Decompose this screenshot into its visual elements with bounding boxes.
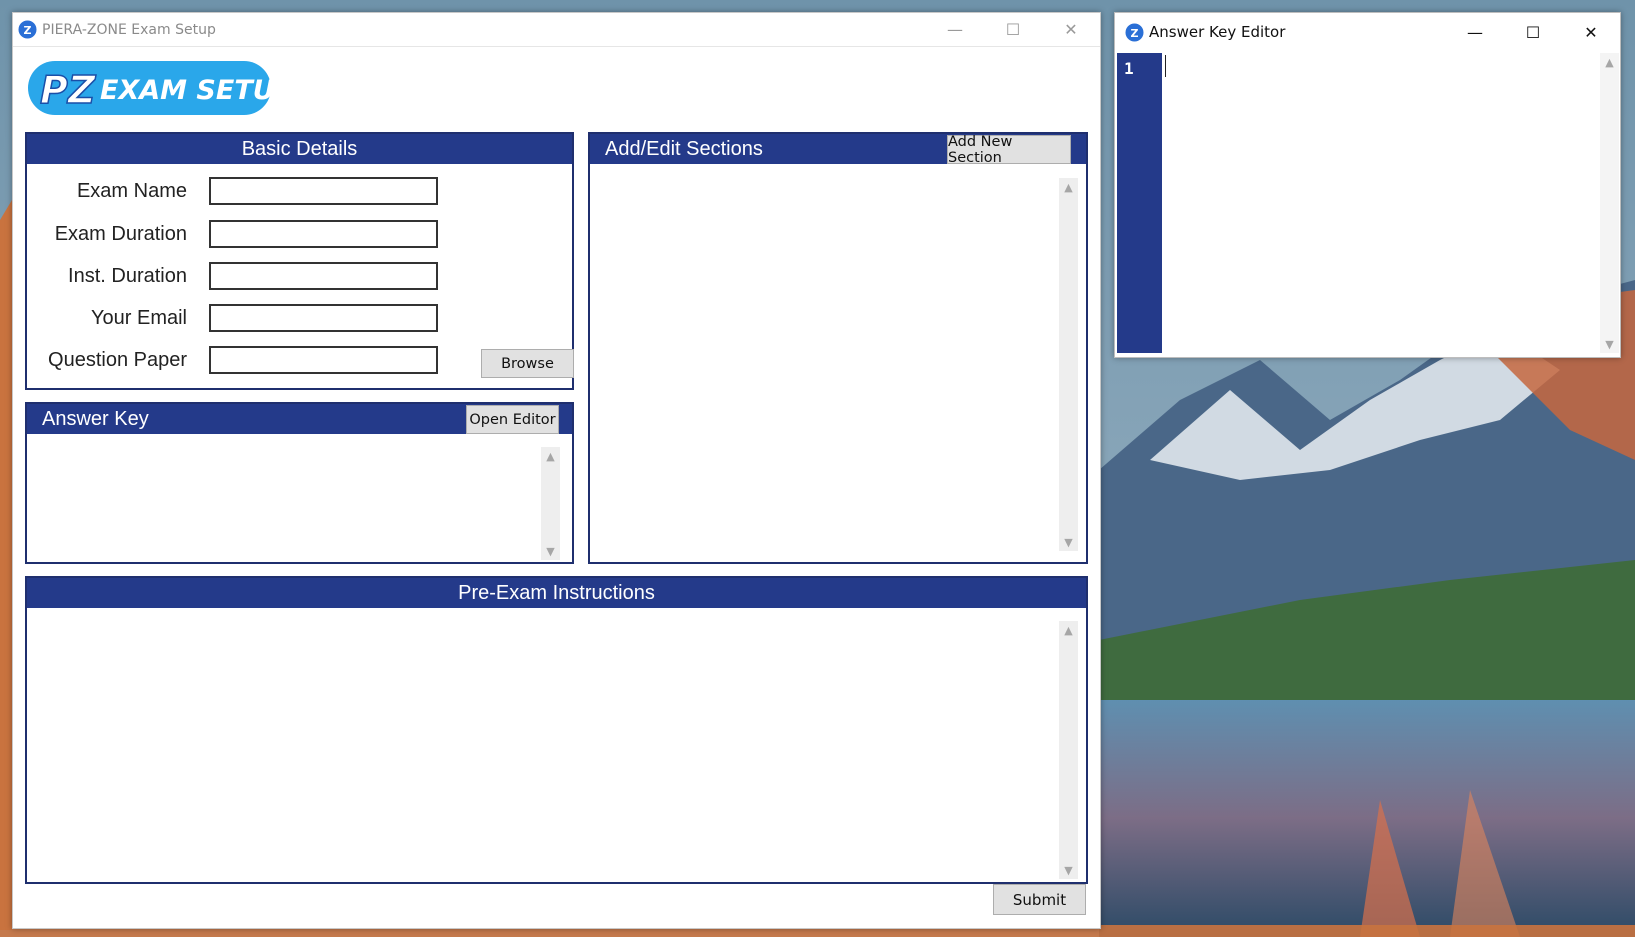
question-paper-label: Question Paper	[48, 349, 187, 371]
window-title: PIERA-ZONE Exam Setup	[42, 21, 216, 38]
scroll-down-icon[interactable]: ▼	[1059, 533, 1078, 551]
scroll-up-icon[interactable]: ▲	[1059, 621, 1078, 639]
instructions-panel: Pre-Exam Instructions ▲ ▼	[25, 576, 1088, 884]
exam-name-label: Exam Name	[76, 180, 187, 202]
minimize-icon[interactable]: —	[926, 13, 984, 46]
editor-scrollbar[interactable]: ▲ ▼	[1600, 53, 1619, 353]
exam-duration-input[interactable]	[209, 220, 438, 248]
scroll-down-icon[interactable]: ▼	[1600, 335, 1619, 353]
inst-duration-label: Inst. Duration	[68, 265, 187, 287]
basic-details-panel: Basic Details Exam Name Exam Duration In…	[25, 132, 574, 390]
scroll-up-icon[interactable]: ▲	[1600, 53, 1619, 71]
editor-window-title: Answer Key Editor	[1149, 23, 1286, 41]
answer-key-panel: Answer Key Open Editor ▲ ▼	[25, 402, 574, 564]
exam-setup-window: Z PIERA-ZONE Exam Setup — ☐ ✕ PZ EXAM SE…	[12, 12, 1101, 929]
app-logo-icon: Z	[18, 20, 37, 39]
instructions-header: Pre-Exam Instructions	[27, 578, 1086, 608]
submit-button[interactable]: Submit	[993, 884, 1086, 915]
scroll-down-icon[interactable]: ▼	[541, 542, 560, 560]
maximize-icon[interactable]: ☐	[1504, 13, 1562, 51]
instructions-scrollbar[interactable]: ▲ ▼	[1059, 621, 1078, 879]
answer-key-scrollbar[interactable]: ▲ ▼	[541, 447, 560, 560]
editor-text-area[interactable]	[1164, 53, 1598, 353]
app-logo-icon: Z	[1125, 23, 1144, 42]
browse-button[interactable]: Browse	[481, 349, 574, 378]
close-icon[interactable]: ✕	[1562, 13, 1620, 51]
inst-duration-input[interactable]	[209, 262, 438, 290]
scroll-up-icon[interactable]: ▲	[541, 447, 560, 465]
maximize-icon[interactable]: ☐	[984, 13, 1042, 46]
open-editor-button[interactable]: Open Editor	[466, 405, 559, 434]
email-label: Your Email	[91, 307, 187, 329]
app-logo: PZ EXAM SETUP	[28, 59, 295, 122]
question-paper-input[interactable]	[209, 346, 438, 374]
title-bar[interactable]: Z PIERA-ZONE Exam Setup — ☐ ✕	[13, 13, 1100, 47]
close-icon[interactable]: ✕	[1042, 13, 1100, 46]
minimize-icon[interactable]: —	[1446, 13, 1504, 51]
exam-duration-label: Exam Duration	[54, 223, 187, 245]
scroll-down-icon[interactable]: ▼	[1059, 861, 1078, 879]
svg-text:EXAM SETUP: EXAM SETUP	[100, 75, 273, 106]
svg-text:PZ: PZ	[40, 68, 97, 112]
exam-name-input[interactable]	[209, 177, 438, 205]
editor-title-bar[interactable]: Z Answer Key Editor — ☐ ✕	[1115, 13, 1620, 51]
add-new-section-button[interactable]: Add New Section	[947, 134, 1071, 166]
svg-text:Z: Z	[1131, 27, 1139, 40]
basic-details-header: Basic Details	[27, 134, 572, 164]
sections-scrollbar[interactable]: ▲ ▼	[1059, 178, 1078, 551]
sections-panel: Add/Edit Sections Add New Section ▲ ▼	[588, 132, 1088, 564]
email-input[interactable]	[209, 304, 438, 332]
answer-key-editor-window: Z Answer Key Editor — ☐ ✕ 1 ▲ ▼	[1114, 12, 1621, 358]
svg-text:Z: Z	[24, 24, 32, 37]
scroll-up-icon[interactable]: ▲	[1059, 178, 1078, 196]
line-number-gutter: 1	[1117, 53, 1162, 353]
